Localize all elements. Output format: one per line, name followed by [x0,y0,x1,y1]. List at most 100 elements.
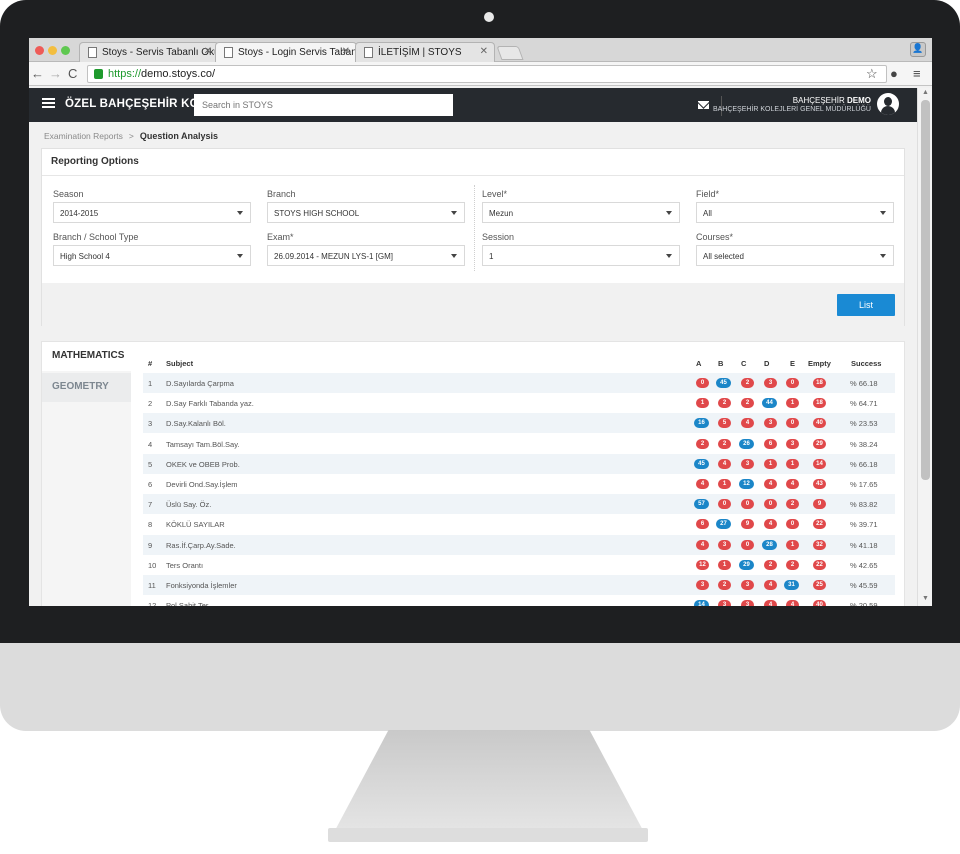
table-row[interactable]: 4 Tamsayı Tam.Böl.Say. 2 2 26 6 3 29 % 38.24 [143,434,895,454]
list-button[interactable]: List [837,294,895,316]
breadcrumb-parent[interactable]: Examination Reports [44,131,123,141]
branch-select[interactable]: STOYS HIGH SCHOOL [267,202,465,223]
answer-count-badge-d: 3 [764,418,777,429]
document-icon [224,47,233,58]
school-type-select[interactable]: High School 4 [53,245,251,266]
address-bar[interactable]: https://demo.stoys.co/ [87,65,887,83]
row-subject: D.Say.Kalanlı Böl. [166,419,226,429]
hamburger-menu-icon[interactable] [42,98,55,108]
row-number: 3 [148,419,153,429]
mail-icon[interactable] [698,101,709,109]
close-tab-icon[interactable]: ✕ [204,46,212,57]
answer-count-badge-b: 1 [718,479,731,489]
table-row[interactable]: 5 OKEK ve OBEB Prob. 45 4 3 1 1 14% 66.18 [143,453,895,474]
exam-select[interactable]: 26.09.2014 - MEZUN LYS-1 [GM] [267,245,465,266]
table-row[interactable]: 2 D.Say Farklı Tabanda yaz. 1 2 2 44 1 18% 64.7… [143,393,895,413]
table-row[interactable]: 3 D.Say.Kalanlı Böl. 16 5 4 3 0 40% 23.53 [143,413,895,434]
forward-icon[interactable]: → [49,66,62,81]
table-row[interactable]: 10 Ters Orantı 12 1 29 2 2 22% 42.65 [143,555,895,575]
answer-count-badge-b: 3 [718,600,731,606]
minimize-window-icon[interactable] [48,46,57,55]
monitor-stand [332,730,646,836]
scroll-up-icon[interactable]: ▲ [922,89,929,96]
table-row[interactable]: 11 Fonksiyonda İşlemler 3 2 3 4 31 25% 45.59 [143,575,895,595]
col-empty: Empty [808,359,831,368]
search-input[interactable] [194,94,453,116]
answer-count-badge-a: 6 [696,519,709,530]
field-value: All [703,209,712,218]
answer-count-badge-a: 3 [696,580,709,590]
table-row[interactable]: 12 Pol.Sabit Ter. 14 3 3 4 4 40 % 20.59 [143,595,895,606]
table-row[interactable]: 1 D.Sayılarda Çarpma 0 45 2 3 0 18% 66.18 [143,373,895,393]
chevron-down-icon [451,254,457,258]
close-window-icon[interactable] [35,46,44,55]
answer-count-badge-a: 16 [694,418,709,429]
answer-count-badge-c: 3 [741,580,754,590]
avatar[interactable] [877,93,899,115]
close-tab-icon[interactable]: ✕ [342,46,350,57]
panel-title: Reporting Options [51,156,139,167]
season-label: Season [53,189,84,199]
tab-geometry[interactable]: GEOMETRY [42,373,131,402]
answer-count-badge-c: 3 [741,600,754,606]
table-row[interactable]: 7 Üslü Say. Öz. 57 0 0 0 2 9% 83.82 [143,494,895,515]
row-success-rate: % 42.65 [850,560,878,570]
answer-count-badge-b: 2 [718,438,731,449]
menu-icon[interactable]: ≡ [913,66,921,81]
maximize-window-icon[interactable] [61,46,70,55]
answer-count-badge-b: 2 [718,580,731,590]
extension-icon[interactable]: ● [890,66,898,81]
row-success-rate: % 38.24 [850,439,878,449]
question-analysis-results: MATHEMATICS GEOMETRY # Subject A B C D E… [41,341,905,606]
answer-count-badge-b: 4 [718,458,731,469]
new-tab-button[interactable] [496,46,524,60]
answer-count-badge-b: 2 [718,398,731,409]
row-subject: KÖKLÜ SAYILAR [166,520,225,530]
answer-count-badge-e: 31 [784,580,799,590]
level-select[interactable]: Mezun [482,202,680,223]
reporting-options-panel: Reporting Options Season 2014-2015 Branc… [41,148,905,326]
school-type-label: Branch / School Type [53,232,139,242]
row-success-rate: % 83.82 [850,500,878,510]
col-d: D [764,359,770,368]
divider [42,175,904,176]
reload-icon[interactable]: C [68,66,77,81]
close-tab-icon[interactable]: ✕ [480,46,488,57]
scroll-down-icon[interactable]: ▼ [922,595,929,602]
browser-tab-2[interactable]: Stoys - Login Servis Taban ✕ [215,42,357,62]
answer-count-badge-d: 1 [764,458,777,469]
season-select[interactable]: 2014-2015 [53,202,251,223]
courses-select[interactable]: All selected [696,245,894,266]
table-row[interactable]: 9 Ras.İf.Çarp.Ay.Sade. 4 3 0 28 1 32 % 41.18 [143,534,895,555]
page-scrollbar[interactable]: ▲ ▼ [917,88,932,606]
level-label: Level* [482,189,508,199]
lock-icon [94,69,103,79]
field-select[interactable]: All [696,202,894,223]
exam-value: 26.09.2014 - MEZUN LYS-1 [GM] [274,252,394,261]
answer-count-badge-empty: 9 [813,499,826,510]
chevron-down-icon [666,254,672,258]
answer-count-badge-empty: 32 [813,539,826,550]
row-number: 5 [148,459,153,469]
tab-title: Stoys - Servis Tabanlı Okul [102,47,219,58]
profile-icon[interactable]: 👤 [910,42,926,57]
answer-count-badge-d: 4 [764,600,777,606]
answer-count-badge-c: 26 [739,438,754,449]
answer-count-badge-c: 3 [741,458,754,469]
session-select[interactable]: 1 [482,245,680,266]
browser-tab-3[interactable]: İLETİŞİM | STOYS ✕ [355,42,495,62]
table-header: # Subject A B C D E Empty Success [148,359,898,371]
tab-mathematics[interactable]: MATHEMATICS [42,342,131,371]
row-subject: Tamsayı Tam.Böl.Say. [166,439,240,449]
table-row[interactable]: 8 KÖKLÜ SAYILAR 6 27 9 4 0 22 % 39.71 [143,514,895,534]
answer-count-badge-b: 45 [716,378,731,388]
answer-count-badge-e: 0 [786,519,799,530]
bookmark-star-icon[interactable]: ☆ [866,66,878,82]
table-row[interactable]: 6 Devirli Ond.Say.İşlem 4 1 12 4 4 43% 17.65 [143,474,895,494]
browser-tab-1[interactable]: Stoys - Servis Tabanlı Okul ✕ [79,42,219,62]
panel-footer [42,283,904,326]
answer-count-badge-d: 44 [762,398,777,409]
scroll-thumb[interactable] [921,100,930,480]
user-organization: BAHÇEŞEHİR KOLEJLERİ GENEL MÜDÜRLÜĞÜ [712,106,871,113]
back-icon[interactable]: ← [31,66,44,81]
